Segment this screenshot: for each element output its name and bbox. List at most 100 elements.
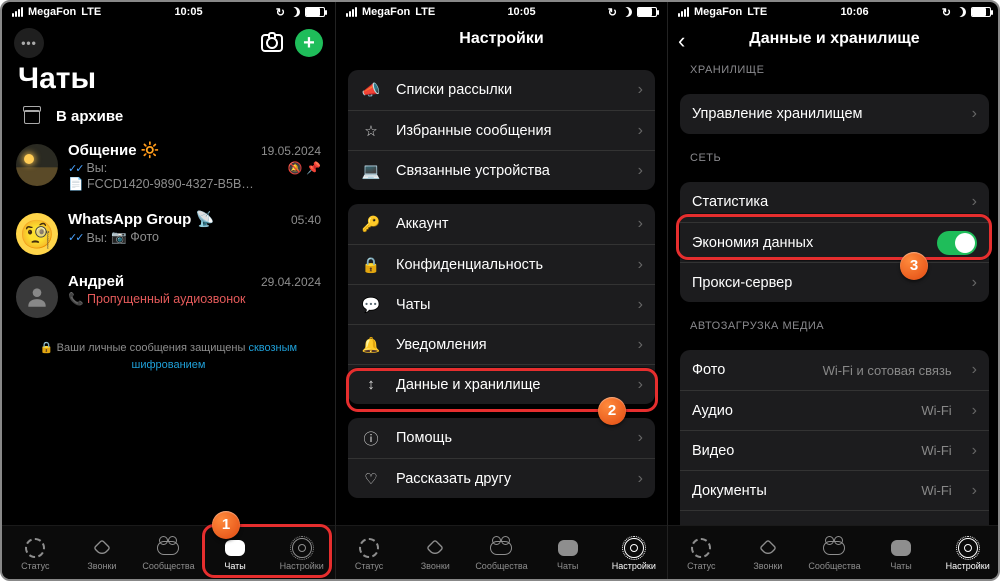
- orientation-lock-icon: ↻: [608, 6, 617, 19]
- status-icon: [359, 538, 379, 558]
- updown-icon: ↕: [360, 376, 382, 393]
- status-bar: MegaFonLTE 10:06 ↻: [668, 2, 1000, 22]
- row-reset-auto[interactable]: Сбросить настройки автозагрузки: [680, 510, 989, 525]
- tab-settings[interactable]: Настройки: [938, 537, 998, 571]
- chat-name: Андрей: [68, 273, 124, 290]
- tab-settings[interactable]: Настройки: [604, 537, 664, 571]
- nav-header: Настройки: [336, 22, 667, 56]
- row-auto-photo[interactable]: ФотоWi-Fi и сотовая связь›: [680, 350, 989, 390]
- row-linked-devices[interactable]: 💻Связанные устройства›: [348, 150, 655, 190]
- row-tell-friend[interactable]: ♡Рассказать другу›: [348, 458, 655, 498]
- chevron-right-icon: ›: [638, 376, 643, 394]
- clock: 10:05: [507, 6, 535, 18]
- chat-time: 29.04.2024: [261, 275, 321, 289]
- chat-name: Общение 🔆: [68, 141, 159, 159]
- row-help[interactable]: ⓘПомощь›: [348, 418, 655, 458]
- bell-icon: 🔔: [360, 336, 382, 354]
- row-chats[interactable]: 💬Чаты›: [348, 284, 655, 324]
- read-ticks-icon: ✓✓: [68, 162, 82, 175]
- row-auto-video[interactable]: ВидеоWi-Fi›: [680, 430, 989, 470]
- settings-group: 🔑Аккаунт› 🔒Конфиденциальность› 💬Чаты› 🔔У…: [348, 204, 655, 404]
- tab-chats[interactable]: Чаты: [205, 537, 265, 571]
- avatar: 🧐: [16, 213, 58, 255]
- chat-row[interactable]: 🧐 WhatsApp Group 📡 05:40 ✓✓ Вы: 📷 Фото: [2, 204, 335, 267]
- archive-row[interactable]: В архиве: [2, 104, 335, 135]
- nav-title: Данные и хранилище: [749, 30, 919, 48]
- tab-communities[interactable]: Сообщества: [804, 537, 864, 571]
- chevron-right-icon: ›: [638, 336, 643, 354]
- more-button[interactable]: •••: [14, 28, 44, 58]
- chat-row[interactable]: Общение 🔆 19.05.2024 ✓✓ Вы: 🔕 📌 📄 FCCD14…: [2, 135, 335, 204]
- chevron-right-icon: ›: [638, 256, 643, 274]
- chat-row[interactable]: Андрей 29.04.2024 📞 Пропущенный аудиозво…: [2, 267, 335, 330]
- tab-communities[interactable]: Сообщества: [138, 537, 198, 571]
- tab-bar: Статус Звонки Сообщества Чаты Настройки: [2, 525, 335, 579]
- tab-communities[interactable]: Сообщества: [471, 537, 531, 571]
- row-auto-docs[interactable]: ДокументыWi-Fi›: [680, 470, 989, 510]
- status-icon: [25, 538, 45, 558]
- key-icon: 🔑: [360, 215, 382, 233]
- screen-settings: MegaFonLTE 10:05 ↻ Настройки 📣Списки рас…: [335, 2, 668, 579]
- megaphone-icon: 📣: [360, 81, 382, 99]
- dnd-icon: [290, 7, 300, 17]
- tab-chats[interactable]: Чаты: [871, 537, 931, 571]
- storage-group: Управление хранилищем›: [680, 94, 989, 134]
- tab-status[interactable]: Статус: [339, 537, 399, 571]
- row-data-storage[interactable]: ↕Данные и хранилище›: [348, 364, 655, 404]
- chat-preview-line2: 📄 FCCD1420-9890-4327-B5B…: [68, 177, 321, 192]
- tab-calls[interactable]: Звонки: [738, 537, 798, 571]
- screen-data-storage: MegaFonLTE 10:06 ↻ ‹ Данные и хранилище …: [668, 2, 1000, 579]
- back-button[interactable]: ‹: [678, 28, 685, 54]
- row-notifications[interactable]: 🔔Уведомления›: [348, 324, 655, 364]
- orientation-lock-icon: ↻: [942, 6, 951, 19]
- row-account[interactable]: 🔑Аккаунт›: [348, 204, 655, 244]
- screenshot-frame: MegaFon LTE 10:05 ↻ ••• + Чаты В архиве: [0, 0, 1000, 581]
- carrier-label: MegaFon: [28, 6, 76, 18]
- tab-bar: Статус Звонки Сообщества Чаты Настройки: [336, 525, 667, 579]
- screen-chats: MegaFon LTE 10:05 ↻ ••• + Чаты В архиве: [2, 2, 335, 579]
- dnd-icon: [622, 7, 632, 17]
- chevron-right-icon: ›: [638, 429, 643, 447]
- avatar: [16, 144, 58, 186]
- communities-icon: [157, 541, 179, 555]
- chat-time: 05:40: [291, 213, 321, 227]
- chat-icon: 💬: [360, 296, 382, 314]
- signal-icon: [12, 7, 23, 17]
- archive-icon: [24, 110, 40, 124]
- nav-title: Настройки: [459, 30, 543, 48]
- section-header-network: СЕТЬ: [680, 134, 989, 168]
- avatar: [16, 276, 58, 318]
- row-broadcast-lists[interactable]: 📣Списки рассылки›: [348, 70, 655, 110]
- tab-status[interactable]: Статус: [671, 537, 731, 571]
- clock: 10:05: [174, 6, 202, 18]
- chats-icon: [558, 540, 578, 556]
- row-data-saver[interactable]: Экономия данных: [680, 222, 989, 262]
- tab-chats[interactable]: Чаты: [538, 537, 598, 571]
- tab-settings[interactable]: Настройки: [272, 537, 332, 571]
- chevron-right-icon: ›: [972, 402, 977, 420]
- row-starred[interactable]: ☆Избранные сообщения›: [348, 110, 655, 150]
- chat-preview: ✓✓ Вы:: [68, 161, 107, 175]
- new-chat-button[interactable]: +: [295, 29, 323, 57]
- row-manage-storage[interactable]: Управление хранилищем›: [680, 94, 989, 134]
- row-proxy[interactable]: Прокси-сервер›: [680, 262, 989, 302]
- nav-header: ‹ Данные и хранилище: [668, 22, 1000, 56]
- chat-name: WhatsApp Group 📡: [68, 210, 214, 228]
- tab-calls[interactable]: Звонки: [405, 537, 465, 571]
- tab-status[interactable]: Статус: [5, 537, 65, 571]
- chat-preview-missed: 📞 Пропущенный аудиозвонок: [68, 292, 321, 307]
- muted-icon: 🔕 📌: [288, 161, 321, 175]
- tab-calls[interactable]: Звонки: [72, 537, 132, 571]
- status-bar: MegaFon LTE 10:05 ↻: [2, 2, 335, 22]
- chevron-right-icon: ›: [972, 193, 977, 211]
- row-auto-audio[interactable]: АудиоWi-Fi›: [680, 390, 989, 430]
- row-privacy[interactable]: 🔒Конфиденциальность›: [348, 244, 655, 284]
- camera-icon[interactable]: [261, 34, 283, 52]
- chat-time: 19.05.2024: [261, 144, 321, 158]
- row-statistics[interactable]: Статистика›: [680, 182, 989, 222]
- page-title: Чаты: [2, 62, 335, 104]
- info-icon: ⓘ: [360, 428, 382, 449]
- data-saver-toggle[interactable]: [937, 231, 977, 255]
- chevron-right-icon: ›: [638, 81, 643, 99]
- phone-icon: [759, 539, 777, 557]
